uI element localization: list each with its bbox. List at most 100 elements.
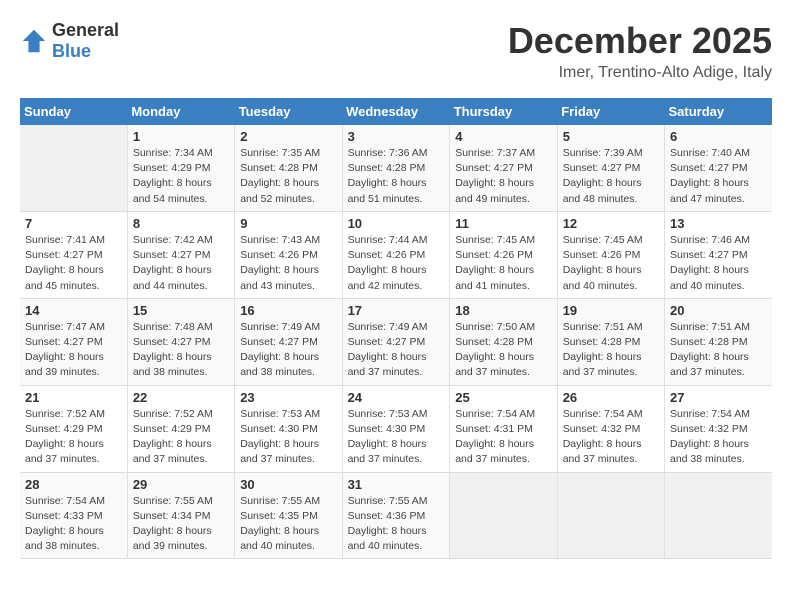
calendar-cell: 20 Sunrise: 7:51 AM Sunset: 4:28 PM Dayli… — [665, 298, 773, 385]
logo-text-blue: Blue — [52, 41, 91, 61]
day-info: Sunrise: 7:42 AM Sunset: 4:27 PM Dayligh… — [133, 233, 229, 294]
day-info: Sunrise: 7:34 AM Sunset: 4:29 PM Dayligh… — [133, 146, 229, 207]
calendar-cell: 7 Sunrise: 7:41 AM Sunset: 4:27 PM Daylig… — [20, 211, 127, 298]
col-friday: Friday — [557, 98, 664, 125]
day-number: 25 — [455, 390, 551, 405]
calendar-cell: 29Sunrise: 7:55 AM Sunset: 4:34 PM Dayli… — [127, 472, 234, 559]
day-info: Sunrise: 7:53 AM Sunset: 4:30 PM Dayligh… — [348, 407, 445, 468]
day-info: Sunrise: 7:36 AM Sunset: 4:28 PM Dayligh… — [348, 146, 445, 207]
calendar-table: Sunday Monday Tuesday Wednesday Thursday… — [20, 98, 772, 559]
calendar-cell: 13Sunrise: 7:46 AM Sunset: 4:27 PM Dayli… — [665, 211, 773, 298]
col-sunday: Sunday — [20, 98, 127, 125]
day-info: Sunrise: 7:50 AM Sunset: 4:28 PM Dayligh… — [455, 320, 551, 381]
day-number: 15 — [133, 303, 229, 318]
calendar-cell: 25 Sunrise: 7:54 AM Sunset: 4:31 PM Dayli… — [450, 385, 557, 472]
col-monday: Monday — [127, 98, 234, 125]
day-number: 7 — [25, 216, 122, 231]
calendar-week-row: 1 Sunrise: 7:34 AM Sunset: 4:29 PM Daylig… — [20, 125, 772, 211]
day-info: Sunrise: 7:35 AM Sunset: 4:28 PM Dayligh… — [240, 146, 336, 207]
col-wednesday: Wednesday — [342, 98, 450, 125]
calendar-cell: 18 Sunrise: 7:50 AM Sunset: 4:28 PM Dayli… — [450, 298, 557, 385]
day-number: 17 — [348, 303, 445, 318]
day-info: Sunrise: 7:49 AM Sunset: 4:27 PM Dayligh… — [240, 320, 336, 381]
day-info: Sunrise: 7:43 AM Sunset: 4:26 PM Dayligh… — [240, 233, 336, 294]
day-number: 26 — [563, 390, 659, 405]
day-info: Sunrise: 7:40 AM Sunset: 4:27 PM Dayligh… — [670, 146, 767, 207]
calendar-cell: 1 Sunrise: 7:34 AM Sunset: 4:29 PM Daylig… — [127, 125, 234, 211]
day-number: 28 — [25, 477, 122, 492]
day-number: 12 — [563, 216, 659, 231]
calendar-cell: 31 Sunrise: 7:55 AM Sunset: 4:36 PM Dayli… — [342, 472, 450, 559]
day-number: 2 — [240, 129, 336, 144]
calendar-cell: 15Sunrise: 7:48 AM Sunset: 4:27 PM Dayli… — [127, 298, 234, 385]
calendar-week-row: 28 Sunrise: 7:54 AM Sunset: 4:33 PM Dayli… — [20, 472, 772, 559]
calendar-cell — [665, 472, 773, 559]
day-info: Sunrise: 7:55 AM Sunset: 4:34 PM Dayligh… — [133, 494, 229, 555]
day-number: 20 — [670, 303, 767, 318]
day-number: 9 — [240, 216, 336, 231]
calendar-week-row: 21 Sunrise: 7:52 AM Sunset: 4:29 PM Dayli… — [20, 385, 772, 472]
calendar-cell: 27 Sunrise: 7:54 AM Sunset: 4:32 PM Dayli… — [665, 385, 773, 472]
day-number: 30 — [240, 477, 336, 492]
calendar-cell: 30Sunrise: 7:55 AM Sunset: 4:35 PM Dayli… — [235, 472, 342, 559]
day-number: 23 — [240, 390, 336, 405]
calendar-cell: 11 Sunrise: 7:45 AM Sunset: 4:26 PM Dayli… — [450, 211, 557, 298]
day-info: Sunrise: 7:37 AM Sunset: 4:27 PM Dayligh… — [455, 146, 551, 207]
day-info: Sunrise: 7:52 AM Sunset: 4:29 PM Dayligh… — [25, 407, 122, 468]
calendar-cell — [450, 472, 557, 559]
day-number: 1 — [133, 129, 229, 144]
page-header: General Blue December 2025 Imer, Trentin… — [20, 20, 772, 82]
logo-text-general: General — [52, 20, 119, 40]
day-info: Sunrise: 7:46 AM Sunset: 4:27 PM Dayligh… — [670, 233, 767, 294]
calendar-header-row: Sunday Monday Tuesday Wednesday Thursday… — [20, 98, 772, 125]
title-section: December 2025 Imer, Trentino-Alto Adige,… — [508, 20, 772, 82]
logo-icon — [20, 27, 48, 55]
calendar-cell: 26 Sunrise: 7:54 AM Sunset: 4:32 PM Dayli… — [557, 385, 664, 472]
day-info: Sunrise: 7:54 AM Sunset: 4:32 PM Dayligh… — [563, 407, 659, 468]
day-number: 27 — [670, 390, 767, 405]
location-subtitle: Imer, Trentino-Alto Adige, Italy — [508, 64, 772, 82]
calendar-cell: 9 Sunrise: 7:43 AM Sunset: 4:26 PM Daylig… — [235, 211, 342, 298]
day-number: 11 — [455, 216, 551, 231]
day-info: Sunrise: 7:54 AM Sunset: 4:32 PM Dayligh… — [670, 407, 767, 468]
day-number: 21 — [25, 390, 122, 405]
day-number: 31 — [348, 477, 445, 492]
calendar-week-row: 7 Sunrise: 7:41 AM Sunset: 4:27 PM Daylig… — [20, 211, 772, 298]
calendar-cell — [557, 472, 664, 559]
col-thursday: Thursday — [450, 98, 557, 125]
day-number: 14 — [25, 303, 122, 318]
day-number: 6 — [670, 129, 767, 144]
calendar-cell: 12 Sunrise: 7:45 AM Sunset: 4:26 PM Dayli… — [557, 211, 664, 298]
calendar-cell: 3 Sunrise: 7:36 AM Sunset: 4:28 PM Daylig… — [342, 125, 450, 211]
col-tuesday: Tuesday — [235, 98, 342, 125]
calendar-cell: 8 Sunrise: 7:42 AM Sunset: 4:27 PM Daylig… — [127, 211, 234, 298]
day-number: 22 — [133, 390, 229, 405]
day-number: 10 — [348, 216, 445, 231]
calendar-cell: 14 Sunrise: 7:47 AM Sunset: 4:27 PM Dayli… — [20, 298, 127, 385]
day-info: Sunrise: 7:55 AM Sunset: 4:36 PM Dayligh… — [348, 494, 445, 555]
calendar-cell: 4Sunrise: 7:37 AM Sunset: 4:27 PM Daylig… — [450, 125, 557, 211]
day-number: 18 — [455, 303, 551, 318]
day-info: Sunrise: 7:53 AM Sunset: 4:30 PM Dayligh… — [240, 407, 336, 468]
day-info: Sunrise: 7:54 AM Sunset: 4:31 PM Dayligh… — [455, 407, 551, 468]
day-info: Sunrise: 7:47 AM Sunset: 4:27 PM Dayligh… — [25, 320, 122, 381]
day-info: Sunrise: 7:54 AM Sunset: 4:33 PM Dayligh… — [25, 494, 122, 555]
day-number: 24 — [348, 390, 445, 405]
col-saturday: Saturday — [665, 98, 773, 125]
day-info: Sunrise: 7:45 AM Sunset: 4:26 PM Dayligh… — [563, 233, 659, 294]
calendar-cell: 17Sunrise: 7:49 AM Sunset: 4:27 PM Dayli… — [342, 298, 450, 385]
day-info: Sunrise: 7:44 AM Sunset: 4:26 PM Dayligh… — [348, 233, 445, 294]
month-year-title: December 2025 — [508, 20, 772, 62]
day-info: Sunrise: 7:52 AM Sunset: 4:29 PM Dayligh… — [133, 407, 229, 468]
day-number: 3 — [348, 129, 445, 144]
day-number: 8 — [133, 216, 229, 231]
day-info: Sunrise: 7:51 AM Sunset: 4:28 PM Dayligh… — [563, 320, 659, 381]
day-info: Sunrise: 7:51 AM Sunset: 4:28 PM Dayligh… — [670, 320, 767, 381]
calendar-cell: 19Sunrise: 7:51 AM Sunset: 4:28 PM Dayli… — [557, 298, 664, 385]
calendar-cell: 10 Sunrise: 7:44 AM Sunset: 4:26 PM Dayli… — [342, 211, 450, 298]
day-info: Sunrise: 7:45 AM Sunset: 4:26 PM Dayligh… — [455, 233, 551, 294]
calendar-cell: 2 Sunrise: 7:35 AM Sunset: 4:28 PM Daylig… — [235, 125, 342, 211]
calendar-cell: 6 Sunrise: 7:40 AM Sunset: 4:27 PM Daylig… — [665, 125, 773, 211]
day-info: Sunrise: 7:39 AM Sunset: 4:27 PM Dayligh… — [563, 146, 659, 207]
day-info: Sunrise: 7:41 AM Sunset: 4:27 PM Dayligh… — [25, 233, 122, 294]
